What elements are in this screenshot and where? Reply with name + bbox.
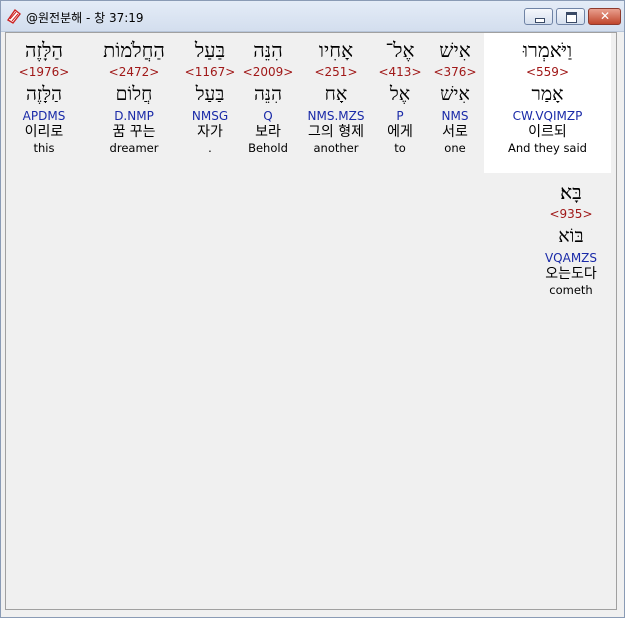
strongs-number[interactable]: <2009>: [242, 65, 294, 80]
lemma: הַלָּזֶה: [25, 83, 63, 105]
hebrew-word: הַלָּזֶה: [25, 38, 63, 62]
hebrew-word: הַחֲלֹמוֹת: [103, 38, 165, 62]
word-column[interactable]: אִישׁ <376> אִישׁ NMS 서로 one: [430, 35, 480, 156]
parsing-code: NMSG: [191, 109, 229, 123]
maximize-button[interactable]: [556, 8, 585, 25]
lemma: אָמַר: [531, 83, 564, 105]
hebrew-word: אִישׁ: [439, 38, 471, 62]
word-column[interactable]: הַלָּזֶה <1976> הַלָּזֶה APDMS 이리로 this: [16, 35, 72, 156]
parsing-code: D.NMP: [114, 109, 154, 123]
strongs-number[interactable]: <413>: [376, 65, 424, 80]
minimize-icon: [535, 18, 545, 23]
lemma: אֶל: [389, 83, 411, 105]
korean-gloss: 자가: [197, 124, 223, 140]
minimize-button[interactable]: [524, 8, 553, 25]
hebrew-word: אֶל־: [385, 38, 415, 62]
strongs-number[interactable]: <2472>: [86, 65, 182, 80]
english-gloss: to: [394, 141, 406, 155]
english-gloss: cometh: [549, 283, 593, 297]
korean-gloss: 이리로: [24, 124, 64, 140]
lemma: חֲלוֹם: [115, 83, 153, 105]
hebrew-word: הִנֵּה: [253, 38, 283, 62]
parsing-code: CW.VQIMZP: [512, 109, 583, 123]
window-title: @원전분해 - 창 37:19: [26, 11, 144, 25]
word-column-selected[interactable]: וַיֹּאמְרוּ <559> אָמַר CW.VQIMZP 이르되 An…: [484, 33, 611, 173]
hebrew-word: בָּא׃: [560, 180, 582, 204]
close-icon: ✕: [600, 9, 611, 23]
korean-gloss: 에게: [387, 124, 413, 140]
lemma: בּוֹא: [558, 225, 584, 247]
lemma: הִנֵּה: [253, 83, 283, 105]
korean-gloss: 서로: [442, 124, 468, 140]
word-column[interactable]: אֶל־ <413> אֶל P 에게 to: [376, 35, 424, 156]
strongs-number[interactable]: <251>: [300, 65, 372, 80]
english-gloss: .: [208, 141, 212, 155]
parsing-code: APDMS: [22, 109, 66, 123]
korean-gloss: 이르되: [528, 124, 567, 140]
lemma: אָח: [324, 83, 348, 105]
strongs-number[interactable]: <1167>: [184, 65, 236, 80]
english-gloss: one: [444, 141, 466, 155]
app-icon[interactable]: [6, 8, 22, 24]
hebrew-word: בַּעַל: [194, 38, 226, 62]
word-column[interactable]: הִנֵּה <2009> הִנֵּה Q 보라 Behold: [242, 35, 294, 156]
parsing-code: P: [396, 109, 404, 123]
interlinear-panel: הַלָּזֶה <1976> הַלָּזֶה APDMS 이리로 this …: [5, 32, 617, 610]
parsing-code: NMS: [441, 109, 469, 123]
parsing-code: VQAMZS: [544, 251, 598, 265]
word-column[interactable]: אָחִיו <251> אָח NMS.MZS 그의 형제 another: [300, 35, 372, 156]
maximize-icon: [566, 12, 577, 23]
hebrew-word: וַיֹּאמְרוּ: [522, 38, 573, 62]
parsing-code: NMS.MZS: [307, 109, 365, 123]
korean-gloss: 보라: [255, 124, 281, 140]
english-gloss: dreamer: [109, 141, 159, 155]
english-gloss: another: [313, 141, 359, 155]
parsing-code: Q: [263, 109, 273, 123]
word-column[interactable]: בַּעַל <1167> בַּעַל NMSG 자가 .: [184, 35, 236, 156]
english-gloss: this: [33, 141, 55, 155]
close-button[interactable]: ✕: [588, 8, 621, 25]
word-column[interactable]: הַחֲלֹמוֹת <2472> חֲלוֹם D.NMP 꿈 꾸는 drea…: [86, 35, 182, 156]
strongs-number[interactable]: <1976>: [16, 65, 72, 80]
title-bar[interactable]: @원전분해 - 창 37:19 ✕: [1, 1, 624, 32]
lemma: בַּעַל: [195, 83, 225, 105]
korean-gloss: 그의 형제: [308, 124, 364, 140]
korean-gloss: 꿈 꾸는: [112, 124, 156, 140]
strongs-number[interactable]: <559>: [484, 65, 611, 80]
hebrew-word: אָחִיו: [318, 38, 354, 62]
lemma: אִישׁ: [440, 83, 470, 105]
word-column[interactable]: בָּא׃ <935> בּוֹא VQAMZS 오는도다 cometh: [534, 177, 608, 298]
korean-gloss: 오는도다: [545, 266, 597, 282]
strongs-number[interactable]: <935>: [534, 207, 608, 222]
strongs-number[interactable]: <376>: [430, 65, 480, 80]
app-window: @원전분해 - 창 37:19 ✕ הַלָּזֶה <1976> הַלָּז…: [0, 0, 625, 618]
english-gloss: And they said: [508, 141, 587, 155]
english-gloss: Behold: [248, 141, 288, 155]
